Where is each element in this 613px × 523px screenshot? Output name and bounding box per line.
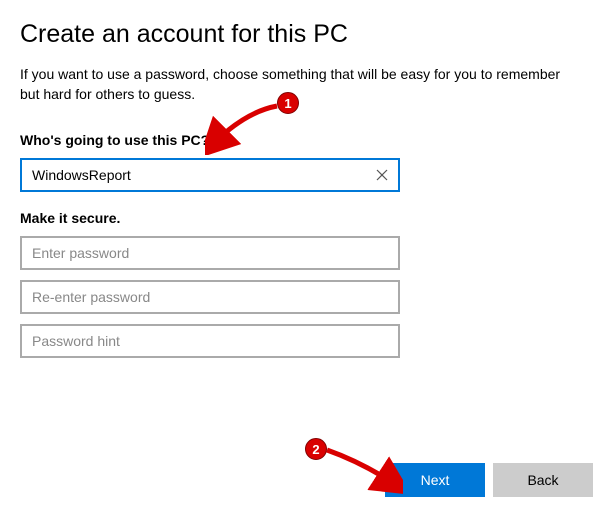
secure-label: Make it secure. [20,210,593,226]
username-label: Who's going to use this PC? [20,132,593,148]
intro-text: If you want to use a password, choose so… [20,65,580,104]
button-row: Next Back [385,463,593,497]
username-input[interactable] [20,158,400,192]
password-input[interactable] [20,236,400,270]
password-confirm-input[interactable] [20,280,400,314]
username-field-wrap [20,158,400,192]
page-title: Create an account for this PC [20,20,593,49]
next-button[interactable]: Next [385,463,485,497]
clear-icon[interactable] [370,163,394,187]
password-field-wrap [20,236,400,270]
annotation-badge-2: 2 [305,438,327,460]
password2-field-wrap [20,280,400,314]
password-hint-input[interactable] [20,324,400,358]
back-button[interactable]: Back [493,463,593,497]
hint-field-wrap [20,324,400,358]
